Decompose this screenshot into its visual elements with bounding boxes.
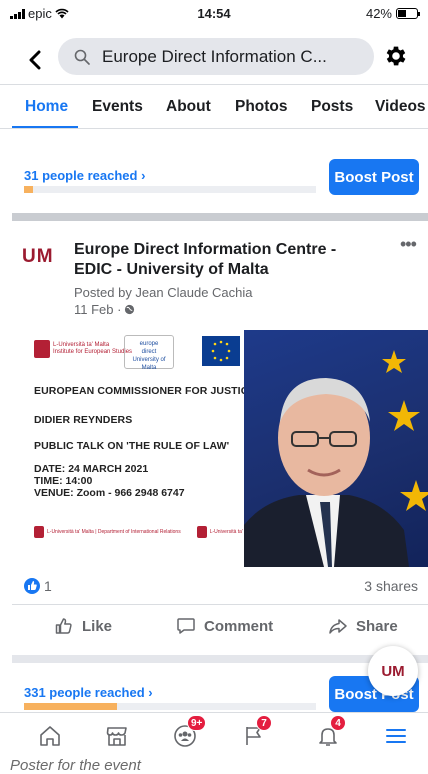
reaction-count[interactable]: 1: [44, 578, 52, 594]
um-crest-icon: [34, 340, 50, 358]
page-tabs: Home Events About Photos Posts Videos: [0, 92, 428, 129]
shares-count[interactable]: 3 shares: [364, 578, 418, 594]
tab-photos[interactable]: Photos: [235, 98, 288, 116]
tab-videos[interactable]: Videos: [375, 98, 426, 116]
reach-text-bottom: 331 people reached: [24, 685, 145, 700]
poster-date: DATE: 24 MARCH 2021: [34, 463, 149, 475]
reach-text: 31 people reached: [24, 168, 138, 183]
crest-icon: [196, 526, 207, 538]
like-label: Like: [82, 617, 113, 635]
page-header: Europe Direct Information C...: [0, 38, 428, 82]
search-text: Europe Direct Information C...: [102, 46, 327, 66]
back-button[interactable]: [28, 44, 42, 76]
image-caption: Poster for the event: [10, 757, 141, 774]
comment-icon: [177, 618, 195, 634]
more-options-button[interactable]: •••: [400, 234, 417, 255]
speaker-photo: [244, 330, 428, 567]
notifications-badge: 4: [330, 715, 346, 731]
europe-direct-logo: europe direct University of Malta: [124, 335, 174, 371]
nav-groups[interactable]: 9+: [171, 715, 207, 749]
poster-line-speaker: DIDIER REYNDERS: [34, 414, 133, 426]
reach-progress-bottom: [24, 703, 316, 710]
battery-percent: 42%: [365, 6, 392, 21]
reach-link-bottom[interactable]: 331 people reached ›: [24, 685, 153, 700]
posted-by: Posted by Jean Claude Cachia: [74, 285, 253, 300]
status-right: 42%: [365, 6, 420, 21]
poster-footer-logos: L-Università ta' Malta | Department of I…: [34, 526, 257, 538]
tab-posts[interactable]: Posts: [311, 98, 353, 116]
bottom-navigation: 9+ 7 4: [0, 712, 428, 754]
reactions-divider: [12, 604, 428, 605]
logo-left-text: L-Università ta' Malta Institute for Euro…: [53, 342, 133, 355]
switch-profile-avatar[interactable]: UM: [368, 646, 418, 696]
tab-home[interactable]: Home: [25, 98, 68, 116]
nav-home[interactable]: [36, 723, 64, 749]
thumbs-up-icon: [55, 618, 72, 634]
footer-logo-dept: L-Università ta' Malta | Department of I…: [34, 526, 181, 538]
search-bar[interactable]: Europe Direct Information C...: [58, 38, 374, 75]
back-chevron-icon: [29, 50, 41, 70]
reach-progress-fill: [24, 703, 118, 710]
tab-events[interactable]: Events: [92, 98, 143, 116]
globe-icon: [125, 304, 135, 315]
like-reaction-icon[interactable]: [24, 578, 40, 594]
gear-icon[interactable]: [383, 43, 409, 69]
eu-flag-logo: [202, 336, 240, 366]
section-separator-2: [12, 655, 428, 663]
clock: 14:54: [197, 6, 231, 21]
post-date-text: 11 Feb ·: [74, 302, 122, 317]
menu-icon: [386, 729, 406, 743]
page-avatar[interactable]: UM: [22, 246, 54, 268]
groups-badge: 9+: [187, 715, 207, 731]
nav-notifications[interactable]: 4: [314, 715, 346, 749]
post-date: 11 Feb ·: [74, 302, 135, 317]
event-poster-image[interactable]: L-Università ta' Malta Institute for Euro…: [12, 330, 428, 567]
home-icon: [40, 726, 60, 746]
post-actions: Like Comment Share: [0, 616, 428, 640]
like-button[interactable]: Like: [54, 616, 112, 636]
share-arrow-icon: [329, 619, 347, 634]
poster-line-title: EUROPEAN COMMISSIONER FOR JUSTICE: [34, 385, 256, 397]
tab-about[interactable]: About: [166, 98, 211, 116]
poster-venue: VENUE: Zoom - 966 2948 6747: [34, 487, 185, 499]
nav-pages[interactable]: 7: [240, 715, 272, 749]
pages-badge: 7: [256, 715, 272, 731]
status-bar: epic 14:54 42%: [0, 0, 428, 26]
comment-button[interactable]: Comment: [176, 616, 273, 636]
crest-icon: [34, 526, 44, 538]
um-ies-logo: L-Università ta' Malta Institute for Euro…: [34, 340, 132, 358]
share-label: Share: [356, 617, 398, 635]
chevron-right-icon: ›: [148, 685, 153, 700]
nav-marketplace[interactable]: [103, 723, 131, 749]
chevron-right-icon: ›: [141, 168, 146, 183]
battery-icon: [396, 8, 420, 19]
reach-progress-top: [24, 186, 316, 193]
footer-logo-dept-text: L-Università ta' Malta | Department of I…: [47, 529, 181, 535]
poster-line-talk: PUBLIC TALK ON 'THE RULE OF LAW': [34, 440, 230, 452]
post-author-title[interactable]: Europe Direct Information Centre - EDIC …: [74, 240, 374, 280]
header-divider: [0, 84, 428, 85]
poster-time: TIME: 14:00: [34, 475, 93, 487]
section-separator: [12, 213, 428, 221]
reach-progress-fill: [24, 186, 33, 193]
boost-post-button-top[interactable]: Boost Post: [329, 159, 419, 195]
share-button[interactable]: Share: [328, 616, 398, 636]
nav-menu[interactable]: [382, 723, 410, 749]
tabs-divider: [0, 128, 428, 129]
comment-label: Comment: [204, 617, 274, 635]
search-icon: [74, 49, 90, 65]
reach-link-top[interactable]: 31 people reached ›: [24, 168, 145, 183]
marketplace-icon: [106, 727, 127, 746]
